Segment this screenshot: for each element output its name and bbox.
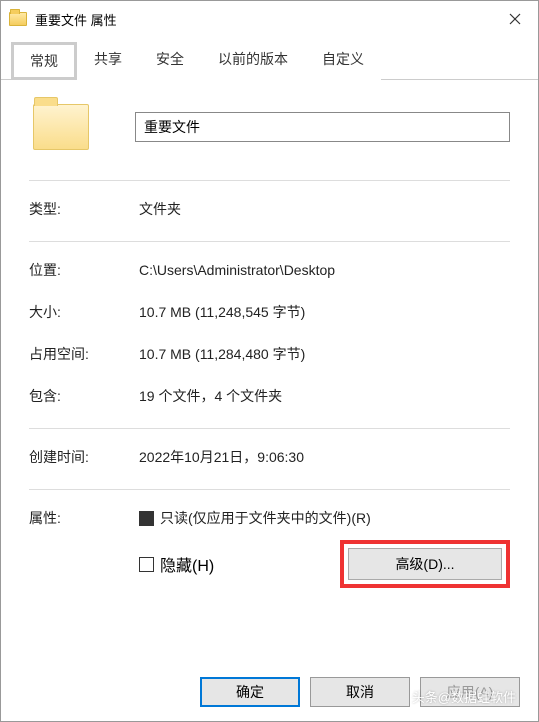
divider — [29, 428, 510, 429]
attributes-row: 属性: 只读(仅应用于文件夹中的文件)(R) — [29, 508, 510, 528]
size-value: 10.7 MB (11,248,545 字节) — [139, 302, 510, 322]
advanced-button[interactable]: 高级(D)... — [348, 548, 502, 580]
apply-button: 应用(A) — [420, 677, 520, 707]
created-row: 创建时间: 2022年10月21日，9:06:30 — [29, 447, 510, 467]
created-value: 2022年10月21日，9:06:30 — [139, 447, 510, 467]
disk-size-value: 10.7 MB (11,284,480 字节) — [139, 344, 510, 364]
folder-icon — [9, 12, 27, 26]
titlebar: 重要文件 属性 — [1, 1, 538, 37]
size-label: 大小: — [29, 302, 139, 322]
location-label: 位置: — [29, 260, 139, 280]
readonly-checkbox[interactable] — [139, 511, 154, 526]
folder-large-icon — [33, 104, 89, 150]
window-title: 重要文件 属性 — [35, 10, 492, 29]
properties-dialog: 重要文件 属性 常规 共享 安全 以前的版本 自定义 类型: 文件夹 位置: C… — [0, 0, 539, 722]
attributes-label: 属性: — [29, 508, 139, 528]
tab-previous-versions[interactable]: 以前的版本 — [201, 42, 305, 80]
divider — [29, 241, 510, 242]
dialog-buttons: 确定 取消 应用(A) — [200, 677, 520, 707]
divider — [29, 180, 510, 181]
ok-button[interactable]: 确定 — [200, 677, 300, 707]
location-value: C:\Users\Administrator\Desktop — [139, 262, 510, 278]
hidden-checkbox-wrap[interactable]: 隐藏(H) — [139, 552, 214, 576]
type-label: 类型: — [29, 199, 139, 219]
contains-value: 19 个文件，4 个文件夹 — [139, 386, 510, 406]
hidden-row: 隐藏(H) 高级(D)... — [29, 540, 510, 588]
close-icon — [509, 13, 521, 25]
readonly-checkbox-wrap[interactable]: 只读(仅应用于文件夹中的文件)(R) — [139, 508, 371, 528]
created-label: 创建时间: — [29, 447, 139, 467]
cancel-button[interactable]: 取消 — [310, 677, 410, 707]
readonly-label: 只读(仅应用于文件夹中的文件)(R) — [160, 508, 371, 528]
disk-size-label: 占用空间: — [29, 344, 139, 364]
type-value: 文件夹 — [139, 199, 510, 219]
content-area: 类型: 文件夹 位置: C:\Users\Administrator\Deskt… — [1, 80, 538, 588]
contains-label: 包含: — [29, 386, 139, 406]
tab-customize[interactable]: 自定义 — [305, 42, 381, 80]
close-button[interactable] — [492, 1, 538, 37]
hidden-label: 隐藏(H) — [160, 552, 214, 576]
type-row: 类型: 文件夹 — [29, 199, 510, 219]
hidden-checkbox[interactable] — [139, 557, 154, 572]
tab-sharing[interactable]: 共享 — [77, 42, 139, 80]
contains-row: 包含: 19 个文件，4 个文件夹 — [29, 386, 510, 406]
tab-general[interactable]: 常规 — [11, 42, 77, 80]
location-row: 位置: C:\Users\Administrator\Desktop — [29, 260, 510, 280]
advanced-highlight: 高级(D)... — [340, 540, 510, 588]
tab-security[interactable]: 安全 — [139, 42, 201, 80]
folder-name-input[interactable] — [135, 112, 510, 142]
disk-size-row: 占用空间: 10.7 MB (11,284,480 字节) — [29, 344, 510, 364]
divider — [29, 489, 510, 490]
size-row: 大小: 10.7 MB (11,248,545 字节) — [29, 302, 510, 322]
header-row — [29, 104, 510, 150]
tab-bar: 常规 共享 安全 以前的版本 自定义 — [1, 41, 538, 80]
